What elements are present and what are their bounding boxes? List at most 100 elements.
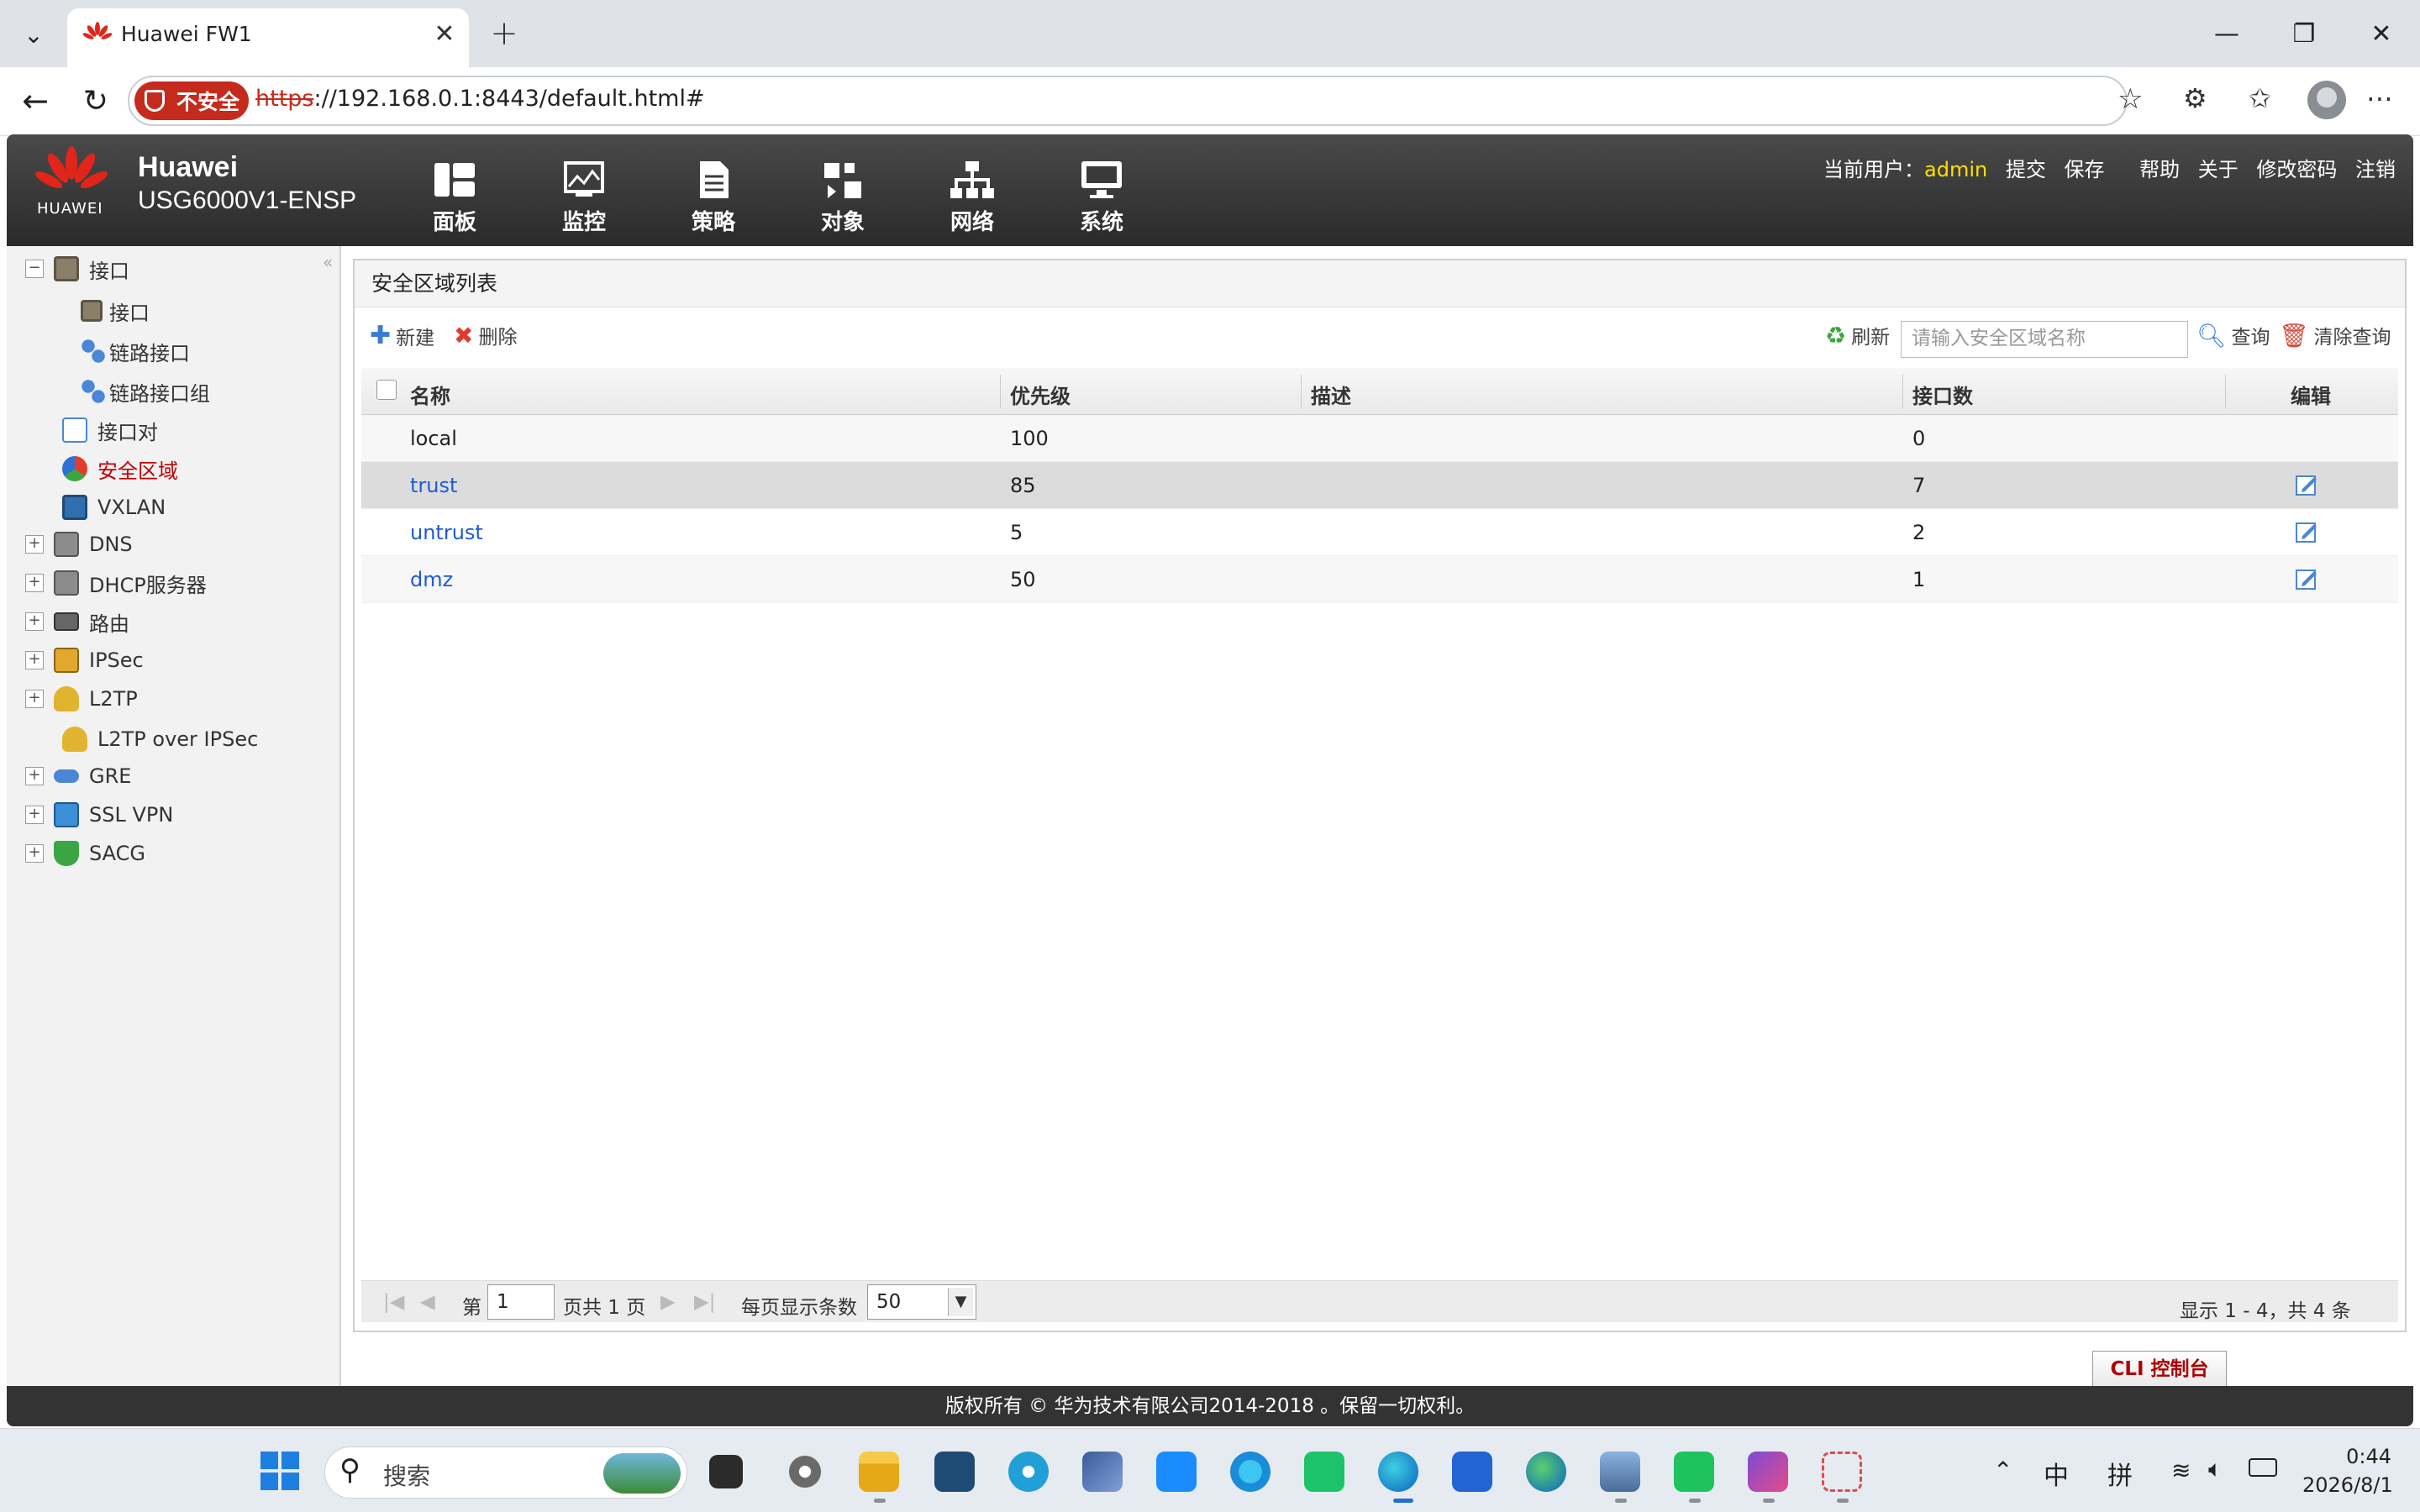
more-menu-icon[interactable]: ⋯ [2366, 82, 2393, 114]
table-row[interactable]: dmz 50 1 [361, 556, 2398, 603]
first-page-icon[interactable]: |◀ [383, 1291, 404, 1313]
sidebar-item-dns[interactable]: + DNS [25, 526, 133, 563]
sidebar-item-sacg[interactable]: + SACG [25, 835, 145, 872]
settings-gear-icon[interactable] [785, 1452, 825, 1492]
shopping-bag-icon[interactable] [1304, 1452, 1344, 1492]
about-link[interactable]: 关于 [2198, 158, 2238, 181]
app-icon[interactable] [1230, 1452, 1270, 1492]
minimize-button[interactable]: — [2196, 12, 2257, 55]
volume-icon[interactable]: 🔈︎ [2208, 1455, 2223, 1483]
restore-button[interactable]: ❐ [2274, 12, 2334, 55]
window-close-button[interactable]: ✕ [2351, 12, 2412, 55]
snipping-tool-icon[interactable] [1822, 1452, 1862, 1492]
next-page-icon[interactable]: ▶ [660, 1291, 676, 1313]
delete-button[interactable]: ✖ 删除 [454, 321, 517, 349]
nav-object[interactable]: 对象 [788, 160, 897, 244]
new-button[interactable]: ✚ 新建 [370, 321, 434, 350]
clock-time[interactable]: 0:44 [2307, 1445, 2391, 1468]
table-row[interactable]: trust 85 7 [361, 462, 2398, 509]
sidebar-item-ipsec[interactable]: + IPSec [25, 642, 144, 679]
clock-date[interactable]: 2026/8/1 [2302, 1473, 2393, 1497]
task-view-icon[interactable] [709, 1455, 743, 1488]
save-link[interactable]: 保存 [2064, 158, 2104, 181]
page-number-input[interactable]: 1 [487, 1284, 555, 1320]
sidebar-item-l2tp-over-ipsec[interactable]: L2TP over IPSec [62, 721, 258, 758]
expand-toggle-icon[interactable]: + [25, 844, 44, 863]
header-interface-count[interactable]: 接口数 [1912, 380, 1973, 409]
collapse-sidebar-icon[interactable]: « [323, 252, 333, 272]
commit-link[interactable]: 提交 [2006, 158, 2046, 181]
favorites-icon[interactable]: ✩ [2249, 82, 2271, 114]
network-tool-icon[interactable] [1008, 1452, 1049, 1492]
edit-icon[interactable] [2294, 472, 2319, 497]
windows-start-icon[interactable] [260, 1452, 299, 1490]
nav-monitor[interactable]: 监控 [529, 160, 639, 244]
sidebar-item-interface-pair[interactable]: 接口对 [62, 412, 158, 449]
sidebar-item-gre[interactable]: + GRE [25, 758, 131, 795]
header-priority[interactable]: 优先级 [1010, 380, 1071, 409]
sidebar-item-dhcp-server[interactable]: + DHCP服务器 [25, 564, 207, 601]
ime-mode-indicator[interactable]: 拼 [2107, 1455, 2133, 1492]
app-icon[interactable] [1748, 1452, 1788, 1492]
reload-icon[interactable]: ↻ [76, 81, 116, 121]
virtualbox-icon[interactable] [1082, 1452, 1123, 1492]
sidebar-item-vxlan[interactable]: VXLAN [62, 489, 166, 526]
sidebar-item-ssl-vpn[interactable]: + SSL VPN [25, 796, 173, 833]
edge-ai-icon[interactable] [1526, 1452, 1566, 1492]
edit-icon[interactable] [2294, 566, 2319, 591]
header-description[interactable]: 描述 [1311, 380, 1351, 409]
nav-policy[interactable]: 策略 [659, 160, 768, 244]
favorite-star-icon[interactable]: ☆ [2118, 82, 2143, 116]
help-link[interactable]: 帮助 [2139, 158, 2180, 181]
feishu-icon[interactable] [1156, 1452, 1197, 1492]
extensions-icon[interactable]: ⚙ [2183, 82, 2207, 114]
edge-browser-icon[interactable] [1378, 1452, 1418, 1492]
wechat-icon[interactable] [1674, 1452, 1714, 1492]
logout-link[interactable]: 注销 [2355, 158, 2396, 181]
expand-toggle-icon[interactable]: + [25, 806, 44, 824]
sidebar-item-routing[interactable]: + 路由 [25, 603, 129, 640]
tab-close-icon[interactable]: ✕ [429, 15, 460, 52]
sidebar-item-l2tp[interactable]: + L2TP [25, 680, 138, 717]
lark-docs-icon[interactable] [1452, 1452, 1492, 1492]
zone-name-link[interactable]: untrust [410, 521, 483, 544]
profile-avatar[interactable] [2307, 81, 2346, 119]
query-button[interactable]: 🔍︎ 查询 [2196, 321, 2270, 349]
back-arrow-icon[interactable]: ← [15, 81, 55, 121]
expand-toggle-icon[interactable]: + [25, 651, 44, 669]
expand-toggle-icon[interactable]: + [25, 535, 44, 554]
nav-network[interactable]: 网络 [918, 160, 1027, 244]
file-explorer-icon[interactable] [859, 1452, 899, 1492]
chevron-down-icon[interactable]: ▼ [948, 1288, 973, 1316]
mysql-workbench-icon[interactable] [934, 1452, 975, 1492]
sidebar-item-link-interface[interactable]: 链路接口 [81, 333, 190, 370]
battery-icon[interactable] [2249, 1458, 2277, 1477]
sidebar-item-interface[interactable]: 接口 [81, 292, 150, 329]
ime-language-indicator[interactable]: 中 [2044, 1455, 2069, 1492]
change-password-link[interactable]: 修改密码 [2256, 158, 2337, 181]
show-hidden-icons-chevron-up-icon[interactable]: ⌃ [1993, 1457, 2012, 1484]
table-row[interactable]: untrust 5 2 [361, 509, 2398, 556]
collapse-toggle-icon[interactable]: − [25, 260, 44, 278]
expand-toggle-icon[interactable]: + [25, 612, 44, 631]
expand-toggle-icon[interactable]: + [25, 690, 44, 708]
last-page-icon[interactable]: ▶| [694, 1291, 715, 1313]
clear-query-button[interactable]: 🗑︎ 清除查询 [2279, 321, 2391, 349]
zone-search-input[interactable]: 请输入安全区域名称 [1901, 321, 2188, 358]
ensp-icon[interactable] [1600, 1452, 1640, 1492]
nav-dashboard[interactable]: 面板 [400, 160, 509, 244]
nav-system[interactable]: 系统 [1047, 160, 1156, 244]
expand-toggle-icon[interactable]: + [25, 574, 44, 592]
zone-name-link[interactable]: trust [410, 474, 457, 497]
sidebar-item-security-zone[interactable]: 安全区域 [62, 450, 178, 487]
wifi-icon[interactable]: ≋ [2171, 1457, 2191, 1484]
prev-page-icon[interactable]: ◀ [420, 1291, 435, 1313]
edit-icon[interactable] [2294, 519, 2319, 544]
tab-list-button[interactable]: ⌄ [10, 12, 57, 57]
cli-console-button[interactable]: CLI 控制台 [2092, 1351, 2227, 1388]
table-row[interactable]: local 100 0 [361, 415, 2398, 462]
select-all-checkbox[interactable] [376, 380, 397, 400]
url-text[interactable]: https://192.168.0.1:8443/default.html# [255, 86, 705, 112]
header-name[interactable]: 名称 [410, 380, 450, 409]
refresh-button[interactable]: ♻ 刷新 [1825, 321, 1890, 349]
